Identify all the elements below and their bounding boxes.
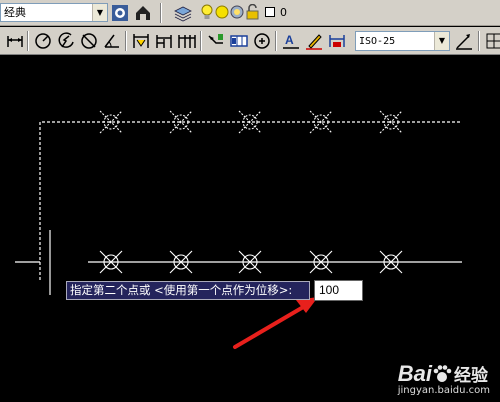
toolbar-separator — [160, 3, 162, 23]
pencil-icon — [306, 34, 322, 50]
lock-icon — [246, 4, 259, 20]
linear-dim-button[interactable] — [5, 31, 25, 51]
house-icon — [136, 6, 150, 20]
workspace-toolbar: 经典 ▼ 0 — [0, 0, 500, 26]
toolbar-separator — [275, 31, 277, 51]
dimension-style-icon — [456, 34, 472, 50]
dimension-toolbar: A ISO-25 ▼ — [0, 27, 500, 55]
leader-icon — [208, 34, 223, 44]
toolbar-separator — [200, 31, 202, 51]
radius-icon — [35, 33, 51, 49]
preview-polyline — [39, 121, 462, 280]
quick-dim-button[interactable] — [131, 31, 151, 51]
drawing-area — [15, 110, 462, 349]
continue-icon — [178, 35, 196, 48]
tolerance-button[interactable] — [229, 31, 249, 51]
diameter-dim-button[interactable] — [79, 31, 99, 51]
center-mark-button[interactable] — [252, 31, 272, 51]
dimension-edit-icon: A — [283, 33, 299, 49]
baidu-jingyan-watermark: Bai 经验 jingyan.baidu.com — [398, 361, 490, 396]
layer-combo[interactable]: 0 — [198, 3, 498, 22]
drawing-canvas[interactable] — [0, 55, 500, 402]
workspace-settings-button[interactable] — [110, 3, 130, 23]
diameter-icon — [81, 33, 97, 49]
lightbulb-icon — [201, 4, 213, 19]
viewport-sun-icon — [230, 5, 244, 19]
toolbar-separator — [27, 31, 29, 51]
layer-manager-button[interactable] — [173, 3, 193, 23]
dynamic-input-field[interactable]: 100 — [314, 280, 363, 301]
dimension-linear-icon — [7, 36, 23, 47]
svg-text:A: A — [285, 33, 294, 47]
baidu-logo-text: Bai — [397, 361, 432, 386]
toolbar-overflow-button[interactable] — [484, 31, 500, 51]
dynamic-input-prompt: 指定第二个点或 <使用第一个点作为位移>: — [66, 281, 310, 300]
annotation-arrow — [233, 297, 318, 349]
dimstyle-manager-button[interactable] — [454, 31, 474, 51]
dimtedit-button[interactable] — [304, 31, 324, 51]
workspace-extra-button[interactable] — [133, 3, 153, 23]
preview-circles — [99, 110, 403, 134]
workspace-combo-value: 经典 — [4, 6, 26, 19]
watermark-url: jingyan.baidu.com — [397, 385, 490, 396]
baseline-dim-button[interactable] — [154, 31, 174, 51]
radius-dim-button[interactable] — [33, 31, 53, 51]
continue-dim-button[interactable] — [177, 31, 197, 51]
angle-icon — [104, 34, 119, 48]
tolerance-icon — [230, 35, 248, 47]
jogged-dim-button[interactable] — [56, 31, 76, 51]
angular-dim-button[interactable] — [102, 31, 122, 51]
qleader-button[interactable] — [206, 31, 226, 51]
grid-icon — [486, 33, 500, 49]
dimedit-button[interactable]: A — [281, 31, 301, 51]
sun-icon — [215, 5, 229, 19]
gear-icon — [112, 5, 128, 21]
jogged-icon — [58, 32, 74, 48]
chevron-down-icon[interactable]: ▼ — [92, 4, 107, 21]
center-mark-icon — [254, 33, 270, 49]
dimension-update-icon — [329, 35, 345, 47]
workspace-combo[interactable]: 经典 ▼ — [0, 3, 108, 22]
toolbar-separator — [125, 31, 127, 51]
baseline-icon — [156, 35, 172, 48]
dimstyle-combo-value: ISO-25 — [359, 36, 396, 47]
brand-name: 经验 — [453, 366, 488, 386]
toolbar-separator — [478, 31, 480, 51]
layer-combo-value: 0 — [280, 6, 287, 19]
layer-color-swatch — [265, 7, 275, 17]
chevron-down-icon[interactable]: ▼ — [434, 32, 449, 50]
dimstyle-combo[interactable]: ISO-25 ▼ — [355, 31, 450, 51]
paw-icon — [433, 365, 452, 382]
layers-icon — [174, 6, 192, 22]
dimension-update-button[interactable] — [327, 31, 347, 51]
quick-dimension-icon — [133, 34, 149, 48]
